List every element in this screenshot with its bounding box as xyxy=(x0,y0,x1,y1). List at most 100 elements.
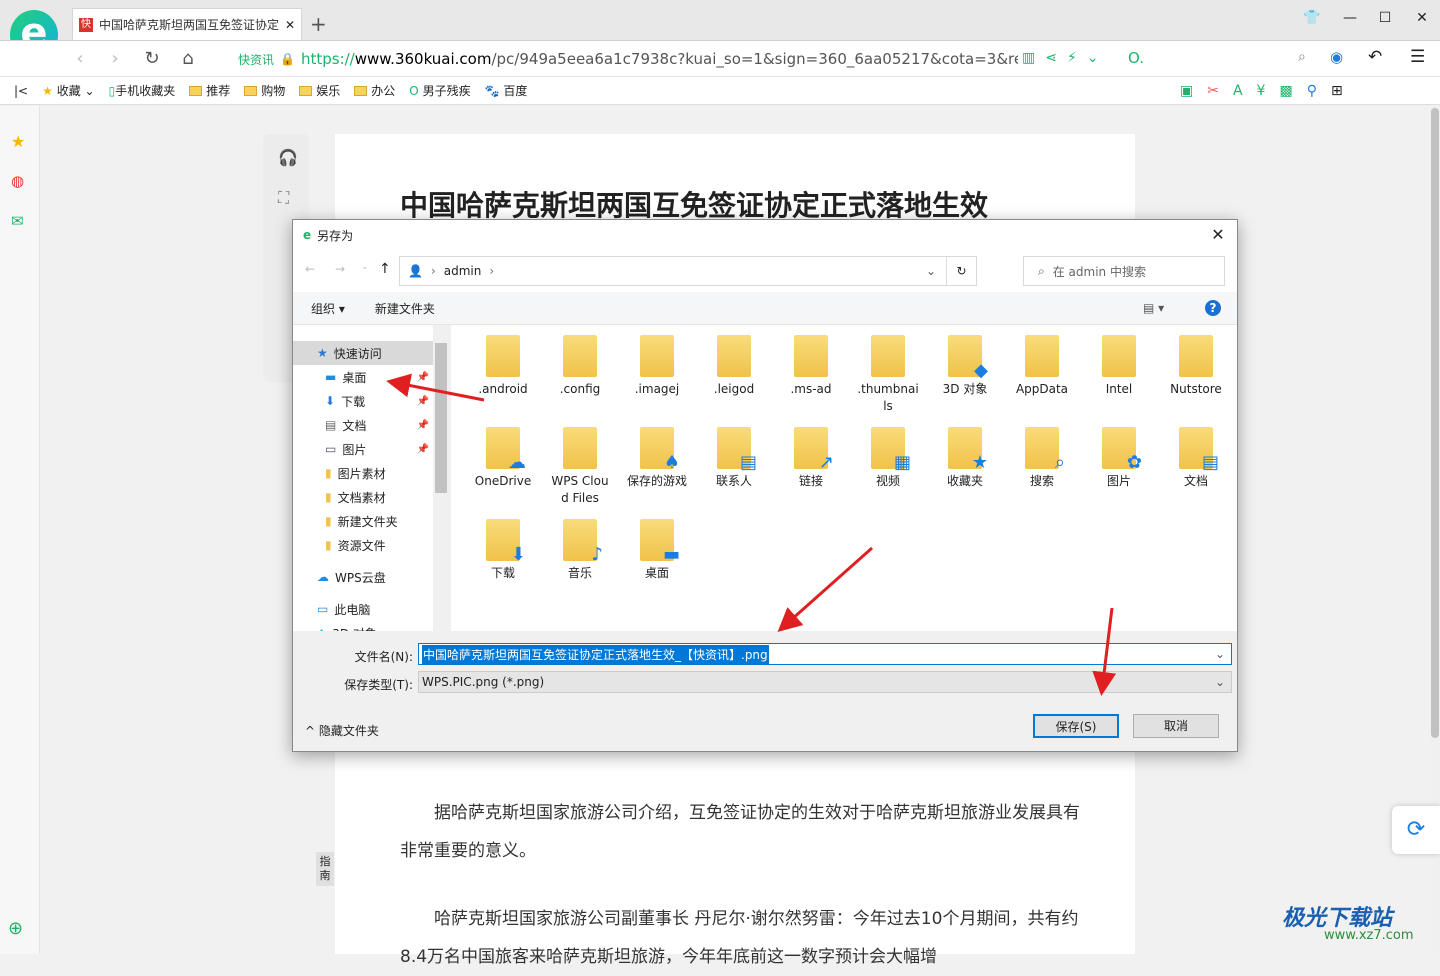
file-item[interactable]: Nutstore xyxy=(1160,327,1232,398)
file-item[interactable]: .android xyxy=(467,327,539,398)
file-item[interactable]: AppData xyxy=(1006,327,1078,398)
reload-icon[interactable]: ↻ xyxy=(140,47,164,71)
file-name: .leigod xyxy=(713,382,755,396)
dialog-close-button[interactable]: ✕ xyxy=(1207,224,1229,246)
chevron-down-icon[interactable]: ⌄ xyxy=(1215,647,1225,661)
add-icon[interactable]: ⊕ xyxy=(8,918,23,939)
path-breadcrumb[interactable]: 👤 › admin › ⌄ ↻ xyxy=(399,256,977,286)
close-window-button[interactable]: ✕ xyxy=(1410,10,1434,28)
tree-item[interactable]: ▤ 文档 📌 xyxy=(293,413,433,437)
collapse-sidebar-icon[interactable]: |< xyxy=(14,84,28,98)
headphones-icon[interactable]: 🎧 xyxy=(278,148,298,167)
search-icon[interactable]: ⌕ xyxy=(1298,49,1306,65)
tree-item[interactable]: ▮ 新建文件夹 xyxy=(293,509,433,533)
tree-scrollbar[interactable] xyxy=(433,325,449,631)
forward-icon[interactable]: › xyxy=(103,47,127,71)
back-icon[interactable]: ← xyxy=(305,262,315,276)
folder-search-input[interactable]: ⌕ 在 admin 中搜索 xyxy=(1023,256,1225,286)
file-item[interactable]: ♠ 保存的游戏 xyxy=(621,419,693,490)
close-tab-icon[interactable]: ✕ xyxy=(285,18,295,32)
chevron-down-icon[interactable]: ⌄ xyxy=(1215,675,1225,689)
tree-item[interactable]: ▭ 图片 📌 xyxy=(293,437,433,461)
translate-float-button[interactable]: ⟳ xyxy=(1392,806,1440,854)
file-item[interactable]: ↗ 链接 xyxy=(775,419,847,490)
tree-item[interactable]: ▭ 此电脑 xyxy=(293,597,433,621)
hide-folders-toggle[interactable]: ^ 隐藏文件夹 xyxy=(305,722,379,739)
back-icon[interactable]: ‹ xyxy=(68,47,92,71)
recent-dropdown-icon[interactable]: ⌄ xyxy=(361,262,369,272)
search-engine-icon[interactable]: O. xyxy=(1128,49,1144,67)
organize-button[interactable]: 组织 ▾ xyxy=(311,300,345,317)
cancel-button[interactable]: 取消 xyxy=(1133,714,1219,738)
help-icon[interactable]: ? xyxy=(1205,300,1221,316)
path-segment[interactable]: admin xyxy=(444,264,482,278)
path-dropdown-icon[interactable]: ⌄ xyxy=(926,264,936,278)
tree-item[interactable]: ▬ 桌面 📌 xyxy=(293,365,433,389)
filetype-select[interactable]: WPS.PIC.png (*.png) ⌄ xyxy=(418,671,1232,693)
bookmark-link[interactable]: O 男子残疾 xyxy=(409,82,470,99)
menu-icon[interactable]: ☰ xyxy=(1410,47,1425,67)
tree-item[interactable]: ◆3D 对象 xyxy=(293,621,433,631)
tree-item[interactable]: ☁ WPS云盘 xyxy=(293,565,433,589)
file-item[interactable]: WPS Cloud Files xyxy=(544,419,616,507)
extension-icons[interactable]: ▣✂A¥▩⚲⊞ xyxy=(1180,83,1357,99)
file-item[interactable]: ◆ 3D 对象 xyxy=(929,327,1001,398)
file-item[interactable]: ▬ 桌面 xyxy=(621,511,693,582)
filename-value: 中国哈萨克斯坦两国互免签证协定正式落地生效_【快资讯】.png xyxy=(422,644,769,664)
tree-item[interactable]: ★ 快速访问 xyxy=(293,341,433,365)
tree-item-label: 下载 xyxy=(341,394,366,409)
home-icon[interactable]: ⌂ xyxy=(176,47,200,71)
up-icon[interactable]: ↑ xyxy=(379,261,391,277)
tree-item[interactable]: ⬇ 下载 📌 xyxy=(293,389,433,413)
tree-item[interactable]: ▮ 图片素材 xyxy=(293,461,433,485)
undo-icon[interactable]: ↶ xyxy=(1368,47,1382,67)
file-item[interactable]: ⌕ 搜索 xyxy=(1006,419,1078,490)
translate-icon[interactable]: ◉ xyxy=(1330,48,1343,66)
paw-icon: 🐾 xyxy=(484,84,500,98)
mail-icon[interactable]: ✉ xyxy=(11,212,24,230)
new-tab-button[interactable]: + xyxy=(310,12,327,36)
url-input[interactable]: 快资讯 🔒 https://www.360kuai.com/pc/949a5ee… xyxy=(238,49,1018,69)
view-options-icon[interactable]: ▤ ▾ xyxy=(1143,301,1164,315)
tab-active[interactable]: 快 中国哈萨克斯坦两国互免签证协定 ✕ xyxy=(72,8,302,40)
file-item[interactable]: ▤ 联系人 xyxy=(698,419,770,490)
bookmark-baidu[interactable]: 🐾 百度 xyxy=(485,82,528,99)
file-item[interactable]: ★ 收藏夹 xyxy=(929,419,1001,490)
tree-item[interactable]: ▮ 资源文件 xyxy=(293,533,433,557)
weibo-icon[interactable]: ◍ xyxy=(11,172,24,190)
file-item[interactable]: .config xyxy=(544,327,616,398)
guide-tab[interactable]: 指南 xyxy=(316,852,334,886)
file-item[interactable]: .imagej xyxy=(621,327,693,398)
fullscreen-icon[interactable]: ⛶ xyxy=(278,188,289,208)
bookmark-folder[interactable]: 推荐 xyxy=(189,82,230,99)
save-button[interactable]: 保存(S) xyxy=(1033,714,1119,738)
bookmark-folder[interactable]: 办公 xyxy=(354,82,395,99)
file-item[interactable]: .leigod xyxy=(698,327,770,398)
forward-icon[interactable]: → xyxy=(335,262,345,276)
file-item[interactable]: ▦ 视频 xyxy=(852,419,924,490)
skin-icon[interactable]: 👕 xyxy=(1300,10,1324,28)
tree-scrollbar-thumb[interactable] xyxy=(435,343,447,493)
minimize-button[interactable]: — xyxy=(1338,10,1362,28)
maximize-button[interactable]: ☐ xyxy=(1373,10,1397,28)
bookmark-mobile[interactable]: ▯手机收藏夹 xyxy=(109,82,176,99)
favorites-icon[interactable]: ★ xyxy=(11,132,25,151)
file-item[interactable]: ♪ 音乐 xyxy=(544,511,616,582)
bookmark-favorites[interactable]: ★ 收藏 ⌄ xyxy=(42,82,94,99)
refresh-icon[interactable]: ↻ xyxy=(946,257,976,285)
file-item[interactable]: .ms-ad xyxy=(775,327,847,398)
folder-icon: ★ xyxy=(948,427,988,472)
file-item[interactable]: Intel xyxy=(1083,327,1155,398)
file-item[interactable]: ⬇ 下载 xyxy=(467,511,539,582)
file-item[interactable]: .thumbnails xyxy=(852,327,924,415)
page-scrollbar-thumb[interactable] xyxy=(1431,108,1439,738)
reader-share-speed-icons[interactable]: ▥⋖⚡⌄ xyxy=(1022,50,1109,66)
file-item[interactable]: ✿ 图片 xyxy=(1083,419,1155,490)
file-item[interactable]: ▤ 文档 xyxy=(1160,419,1232,490)
bookmark-folder[interactable]: 购物 xyxy=(244,82,285,99)
new-folder-button[interactable]: 新建文件夹 xyxy=(375,300,435,317)
filename-input[interactable]: 中国哈萨克斯坦两国互免签证协定正式落地生效_【快资讯】.png ⌄ xyxy=(418,643,1232,665)
tree-item[interactable]: ▮ 文档素材 xyxy=(293,485,433,509)
file-item[interactable]: ☁ OneDrive xyxy=(467,419,539,490)
bookmark-folder[interactable]: 娱乐 xyxy=(299,82,340,99)
